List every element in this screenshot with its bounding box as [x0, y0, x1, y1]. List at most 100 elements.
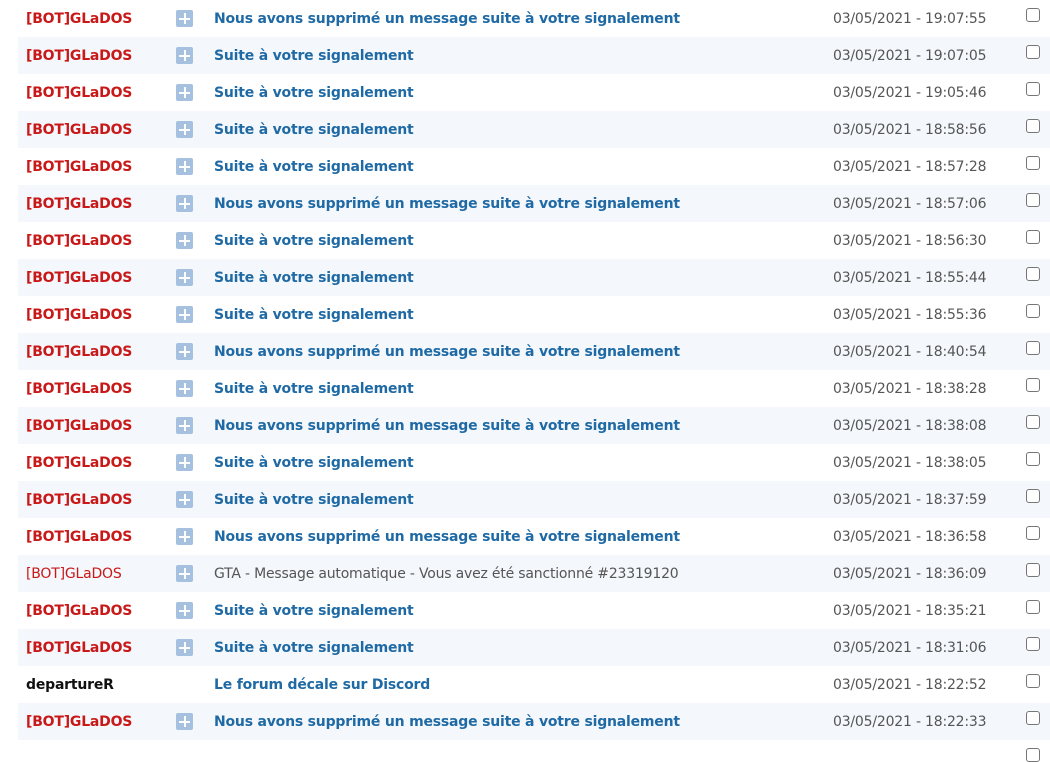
select-checkbox[interactable]: [1026, 119, 1040, 133]
author-name[interactable]: [BOT]GLaDOS: [26, 11, 132, 27]
select-checkbox-partial[interactable]: [1026, 748, 1040, 762]
select-checkbox[interactable]: [1026, 526, 1040, 540]
message-row[interactable]: [BOT]GLaDOS Suite à votre signalement 03/0…: [18, 222, 1050, 259]
select-checkbox[interactable]: [1026, 304, 1040, 318]
expand-thread-icon[interactable]: [176, 417, 193, 434]
message-subject-link[interactable]: Suite à votre signalement: [214, 603, 414, 619]
author-name[interactable]: [BOT]GLaDOS: [26, 640, 132, 656]
select-checkbox[interactable]: [1026, 8, 1040, 22]
author-name[interactable]: [BOT]GLaDOS: [26, 85, 132, 101]
message-subject-link[interactable]: Suite à votre signalement: [214, 233, 414, 249]
message-subject-link[interactable]: Suite à votre signalement: [214, 48, 414, 64]
select-checkbox[interactable]: [1026, 193, 1040, 207]
message-row[interactable]: [BOT]GLaDOS GTA - Message automatique - V…: [18, 555, 1050, 592]
select-checkbox[interactable]: [1026, 415, 1040, 429]
expand-thread-icon[interactable]: [176, 10, 193, 27]
expand-thread-icon[interactable]: [176, 158, 193, 175]
expand-thread-icon[interactable]: [176, 306, 193, 323]
expand-thread-icon[interactable]: [176, 565, 193, 582]
message-row[interactable]: [BOT]GLaDOS Nous avons supprimé un messag…: [18, 185, 1050, 222]
author-name[interactable]: [BOT]GLaDOS: [26, 307, 132, 323]
expand-thread-icon[interactable]: [176, 602, 193, 619]
expand-thread-icon[interactable]: [176, 380, 193, 397]
select-checkbox[interactable]: [1026, 637, 1040, 651]
expand-thread-icon[interactable]: [176, 269, 193, 286]
message-subject-link[interactable]: Suite à votre signalement: [214, 381, 414, 397]
author-name[interactable]: [BOT]GLaDOS: [26, 48, 132, 64]
message-row[interactable]: [BOT]GLaDOS Suite à votre signalement 03/0…: [18, 259, 1050, 296]
author-name[interactable]: [BOT]GLaDOS: [26, 196, 132, 212]
message-subject-link[interactable]: Nous avons supprimé un message suite à v…: [214, 344, 680, 360]
select-checkbox[interactable]: [1026, 711, 1040, 725]
message-subject-link[interactable]: Suite à votre signalement: [214, 492, 414, 508]
select-checkbox[interactable]: [1026, 378, 1040, 392]
message-row[interactable]: [BOT]GLaDOS Nous avons supprimé un messag…: [18, 703, 1050, 740]
expand-thread-icon[interactable]: [176, 121, 193, 138]
author-name[interactable]: [BOT]GLaDOS: [26, 566, 122, 582]
message-subject-link[interactable]: Suite à votre signalement: [214, 122, 414, 138]
message-subject-link[interactable]: Nous avons supprimé un message suite à v…: [214, 418, 680, 434]
message-row[interactable]: [BOT]GLaDOS Suite à votre signalement 03/0…: [18, 444, 1050, 481]
message-row[interactable]: [BOT]GLaDOS Suite à votre signalement 03/0…: [18, 148, 1050, 185]
expand-thread-icon[interactable]: [176, 713, 193, 730]
select-checkbox[interactable]: [1026, 341, 1040, 355]
message-subject-link[interactable]: Nous avons supprimé un message suite à v…: [214, 714, 680, 730]
author-name[interactable]: [BOT]GLaDOS: [26, 529, 132, 545]
expand-thread-icon[interactable]: [176, 454, 193, 471]
message-subject-link[interactable]: Suite à votre signalement: [214, 307, 414, 323]
author-name[interactable]: [BOT]GLaDOS: [26, 159, 132, 175]
message-row[interactable]: [BOT]GLaDOS Suite à votre signalement 03/0…: [18, 481, 1050, 518]
select-checkbox[interactable]: [1026, 45, 1040, 59]
message-subject-link[interactable]: Le forum décale sur Discord: [214, 677, 430, 693]
message-row[interactable]: departureR Le forum décale sur Discord 03/…: [18, 666, 1050, 703]
select-checkbox[interactable]: [1026, 230, 1040, 244]
expand-thread-icon[interactable]: [176, 232, 193, 249]
author-name[interactable]: [BOT]GLaDOS: [26, 344, 132, 360]
message-subject-link[interactable]: Nous avons supprimé un message suite à v…: [214, 529, 680, 545]
expand-thread-icon[interactable]: [176, 528, 193, 545]
message-row[interactable]: [BOT]GLaDOS Nous avons supprimé un messag…: [18, 333, 1050, 370]
author-name[interactable]: [BOT]GLaDOS: [26, 122, 132, 138]
message-subject-link[interactable]: Nous avons supprimé un message suite à v…: [214, 196, 680, 212]
message-row[interactable]: [BOT]GLaDOS Nous avons supprimé un messag…: [18, 0, 1050, 37]
message-subject-link[interactable]: GTA - Message automatique - Vous avez ét…: [214, 566, 679, 582]
select-checkbox[interactable]: [1026, 563, 1040, 577]
author-name[interactable]: [BOT]GLaDOS: [26, 381, 132, 397]
author-name[interactable]: [BOT]GLaDOS: [26, 492, 132, 508]
message-subject-link[interactable]: Suite à votre signalement: [214, 640, 414, 656]
author-name[interactable]: [BOT]GLaDOS: [26, 455, 132, 471]
message-row[interactable]: [BOT]GLaDOS Suite à votre signalement 03/0…: [18, 74, 1050, 111]
author-name[interactable]: [BOT]GLaDOS: [26, 603, 132, 619]
author-name[interactable]: [BOT]GLaDOS: [26, 270, 132, 286]
select-checkbox[interactable]: [1026, 156, 1040, 170]
expand-thread-icon[interactable]: [176, 639, 193, 656]
author-name[interactable]: [BOT]GLaDOS: [26, 714, 132, 730]
message-row[interactable]: [BOT]GLaDOS Suite à votre signalement 03/0…: [18, 111, 1050, 148]
author-name[interactable]: [BOT]GLaDOS: [26, 418, 132, 434]
select-checkbox[interactable]: [1026, 267, 1040, 281]
author-name[interactable]: departureR: [26, 677, 114, 693]
message-row[interactable]: [BOT]GLaDOS Suite à votre signalement 03/0…: [18, 592, 1050, 629]
select-checkbox[interactable]: [1026, 82, 1040, 96]
expand-thread-icon[interactable]: [176, 84, 193, 101]
message-subject-link[interactable]: Suite à votre signalement: [214, 455, 414, 471]
expand-thread-icon[interactable]: [176, 47, 193, 64]
message-subject-link[interactable]: Suite à votre signalement: [214, 85, 414, 101]
message-subject-link[interactable]: Suite à votre signalement: [214, 270, 414, 286]
select-checkbox[interactable]: [1026, 674, 1040, 688]
message-row[interactable]: [BOT]GLaDOS Suite à votre signalement 03/0…: [18, 296, 1050, 333]
message-row[interactable]: [BOT]GLaDOS Suite à votre signalement 03/0…: [18, 370, 1050, 407]
author-name[interactable]: [BOT]GLaDOS: [26, 233, 132, 249]
message-row[interactable]: [BOT]GLaDOS Suite à votre signalement 03/0…: [18, 37, 1050, 74]
message-row[interactable]: [BOT]GLaDOS Nous avons supprimé un messag…: [18, 518, 1050, 555]
message-subject-link[interactable]: Nous avons supprimé un message suite à v…: [214, 11, 680, 27]
message-subject-link[interactable]: Suite à votre signalement: [214, 159, 414, 175]
message-row[interactable]: [BOT]GLaDOS Nous avons supprimé un messag…: [18, 407, 1050, 444]
expand-thread-icon[interactable]: [176, 195, 193, 212]
select-checkbox[interactable]: [1026, 452, 1040, 466]
expand-thread-icon[interactable]: [176, 343, 193, 360]
select-checkbox[interactable]: [1026, 600, 1040, 614]
expand-thread-icon[interactable]: [176, 491, 193, 508]
message-row[interactable]: [BOT]GLaDOS Suite à votre signalement 03/0…: [18, 629, 1050, 666]
select-checkbox[interactable]: [1026, 489, 1040, 503]
